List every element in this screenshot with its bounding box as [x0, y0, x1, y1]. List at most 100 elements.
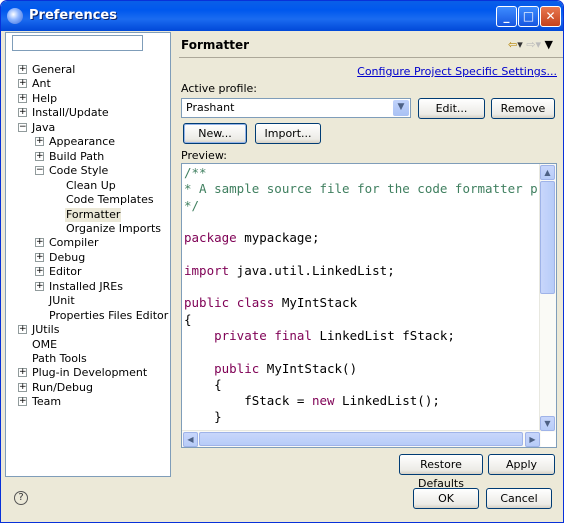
- tree-item-label: JUnit: [49, 294, 75, 308]
- expand-icon[interactable]: +: [35, 238, 44, 248]
- code-line: import java.util.LinkedList;: [184, 262, 395, 278]
- code-line: package mypackage;: [184, 230, 320, 246]
- profile-value: Prashant: [186, 101, 235, 114]
- code-preview: /** * A sample source file for the code f…: [181, 163, 557, 448]
- horizontal-scrollbar[interactable]: ◀ ▶: [182, 430, 541, 447]
- horizontal-scroll-thumb[interactable]: [199, 432, 523, 446]
- scroll-up-icon[interactable]: ▲: [540, 165, 555, 180]
- forward-dropdown-icon[interactable]: ▾: [536, 38, 542, 51]
- tree-item-label: Code Style: [49, 164, 109, 178]
- expand-icon[interactable]: +: [18, 397, 27, 407]
- eclipse-icon: [7, 8, 23, 24]
- ok-button[interactable]: OK: [413, 488, 479, 509]
- code-line: /**: [184, 165, 207, 180]
- tree-item-label: General: [32, 63, 76, 76]
- help-icon[interactable]: ?: [14, 491, 28, 505]
- scroll-down-icon[interactable]: ▼: [540, 416, 555, 431]
- preview-label: Preview:: [181, 149, 227, 162]
- back-arrow-icon[interactable]: ⇦: [508, 38, 517, 51]
- chevron-down-icon[interactable]: ▼: [393, 100, 409, 116]
- expand-icon[interactable]: +: [35, 137, 44, 147]
- cancel-button[interactable]: Cancel: [486, 488, 552, 509]
- tree-item-label: Build Path: [49, 149, 105, 163]
- expand-icon[interactable]: +: [18, 382, 27, 392]
- code-line: private final LinkedList fStack;: [214, 327, 455, 343]
- tree-item-label: Help: [32, 91, 58, 105]
- scroll-right-icon[interactable]: ▶: [525, 432, 540, 447]
- profile-combo[interactable]: Prashant ▼: [181, 98, 411, 118]
- tree-item-label: Compiler: [49, 236, 99, 250]
- active-profile-label: Active profile:: [181, 82, 257, 95]
- expand-icon[interactable]: +: [35, 252, 44, 262]
- tree-item-label: Installed JREs: [49, 279, 123, 293]
- tree-item-label: Debug: [49, 250, 86, 264]
- tree-item-label: Clean Up: [66, 178, 116, 192]
- filter-input[interactable]: [12, 35, 143, 51]
- expand-icon[interactable]: +: [35, 267, 44, 277]
- view-menu-icon[interactable]: ▼: [545, 38, 553, 51]
- minimize-button[interactable]: _: [496, 6, 517, 27]
- code-line: public class MyIntStack: [184, 295, 358, 311]
- expand-icon[interactable]: +: [18, 65, 27, 74]
- tree-item-label: Editor: [49, 265, 82, 279]
- code-line: fStack = new LinkedList();: [184, 393, 440, 409]
- remove-button[interactable]: Remove: [491, 98, 555, 119]
- tree-item-label: Ant: [32, 77, 51, 91]
- code-line: }: [184, 409, 222, 425]
- window-title: Preferences: [29, 8, 117, 23]
- apply-button[interactable]: Apply: [488, 454, 555, 475]
- tree-item-label: Path Tools: [32, 352, 87, 365]
- tree-item-label: Code Templates: [66, 193, 154, 207]
- formatter-page: Formatter ⇦▾ ⇨▾ ▼ Configure Project Spec…: [173, 32, 563, 490]
- dialog-button-bar: ? OK Cancel: [1, 479, 563, 522]
- tree-item-label: Organize Imports: [66, 221, 162, 235]
- edit-button[interactable]: Edit...: [418, 98, 485, 119]
- code-text: /** * A sample source file for the code f…: [184, 165, 557, 426]
- expand-icon[interactable]: +: [35, 151, 44, 161]
- tree-item-label: Java: [32, 120, 56, 134]
- code-line: */: [184, 197, 200, 213]
- tree-item-label: Install/Update: [32, 106, 109, 120]
- tree-item-label: JUtils: [32, 323, 60, 337]
- back-dropdown-icon[interactable]: ▾: [517, 38, 523, 51]
- tree-item-label: Run/Debug: [32, 380, 93, 394]
- expand-icon[interactable]: +: [18, 325, 27, 335]
- collapse-icon[interactable]: −: [35, 166, 44, 176]
- page-navigation: ⇦▾ ⇨▾ ▼: [508, 38, 553, 51]
- close-button[interactable]: ✕: [540, 6, 561, 27]
- expand-icon[interactable]: +: [18, 108, 27, 118]
- tree-item-label: Appearance: [49, 135, 116, 149]
- configure-project-link[interactable]: Configure Project Specific Settings...: [357, 65, 557, 78]
- expand-icon[interactable]: +: [18, 93, 27, 103]
- tree-item-label: Formatter: [65, 207, 122, 222]
- header-separator: [179, 57, 563, 58]
- expand-icon[interactable]: +: [18, 368, 27, 378]
- scroll-left-icon[interactable]: ◀: [183, 432, 198, 447]
- code-line: {: [184, 311, 192, 327]
- preferences-tree-panel: + General + Ant + Help + Install/Update − Java + Ap…: [5, 32, 171, 477]
- forward-arrow-icon[interactable]: ⇨: [526, 38, 535, 51]
- tree-item-label: Plug-in Development: [32, 366, 148, 380]
- code-line: {: [184, 376, 222, 392]
- vertical-scrollbar[interactable]: ▲ ▼: [539, 164, 556, 432]
- code-line: * A sample source file for the code form…: [184, 181, 557, 197]
- page-title: Formatter: [181, 38, 250, 52]
- tree-item-label: Team: [32, 395, 62, 409]
- tree-item-label: OME: [32, 337, 58, 351]
- restore-defaults-button[interactable]: Restore Defaults: [399, 454, 483, 490]
- title-bar[interactable]: Preferences _ □ ✕: [1, 1, 563, 31]
- expand-icon[interactable]: +: [35, 281, 44, 291]
- collapse-icon[interactable]: −: [18, 122, 27, 132]
- import-button[interactable]: Import...: [255, 123, 321, 144]
- new-button[interactable]: New...: [183, 123, 247, 144]
- tree-item-label: Properties Files Editor: [49, 308, 169, 322]
- preferences-window: Preferences _ □ ✕ + General + Ant + Help + Inst…: [0, 0, 564, 523]
- expand-icon[interactable]: +: [18, 79, 27, 89]
- maximize-button[interactable]: □: [518, 6, 539, 27]
- code-line: public MyIntStack(): [214, 360, 358, 376]
- vertical-scroll-thumb[interactable]: [540, 181, 555, 294]
